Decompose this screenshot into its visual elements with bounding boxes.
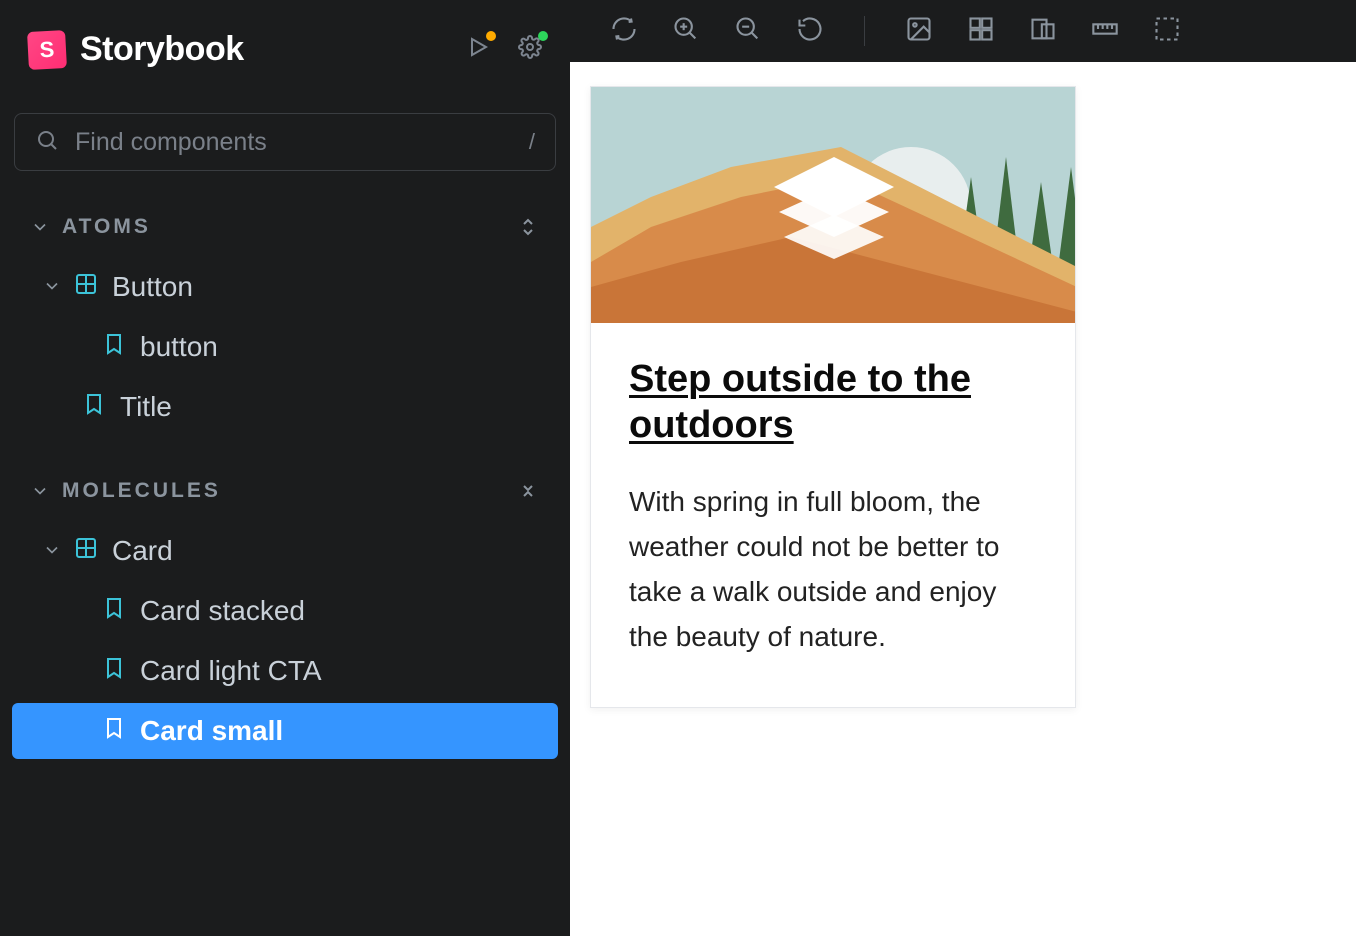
tree-label: button bbox=[140, 331, 218, 363]
component-icon bbox=[74, 535, 98, 567]
zoom-out-icon[interactable] bbox=[734, 15, 762, 48]
story-card-small[interactable]: Card small bbox=[12, 703, 558, 759]
component-button[interactable]: Button bbox=[12, 259, 558, 315]
grid-icon[interactable] bbox=[967, 15, 995, 48]
bookmark-icon bbox=[102, 595, 126, 627]
sidebar: S Storybook / ATOMS bbox=[0, 0, 570, 936]
canvas: Step outside to the outdoors With spring… bbox=[570, 62, 1356, 936]
settings-icon[interactable] bbox=[518, 35, 542, 64]
run-icon[interactable] bbox=[466, 35, 490, 64]
bookmark-icon bbox=[82, 391, 106, 423]
zoom-in-icon[interactable] bbox=[672, 15, 700, 48]
bookmark-icon bbox=[102, 655, 126, 687]
component-icon bbox=[74, 271, 98, 303]
tree-label: Card bbox=[112, 535, 173, 567]
bookmark-icon bbox=[102, 715, 126, 747]
chevron-down-icon bbox=[42, 271, 60, 303]
refresh-icon[interactable] bbox=[610, 15, 638, 48]
tree-label: Card small bbox=[140, 715, 283, 747]
zoom-reset-icon[interactable] bbox=[796, 15, 824, 48]
brand-logo: S bbox=[27, 30, 67, 70]
card-text: With spring in full bloom, the weather c… bbox=[629, 480, 1037, 659]
search-icon bbox=[35, 128, 59, 157]
story-card-stacked[interactable]: Card stacked bbox=[12, 583, 558, 639]
section-label: ATOMS bbox=[62, 215, 151, 239]
chevron-down-icon bbox=[42, 535, 60, 567]
image-icon[interactable] bbox=[905, 15, 933, 48]
story-card-light-cta[interactable]: Card light CTA bbox=[12, 643, 558, 699]
viewport-icon[interactable] bbox=[1029, 15, 1057, 48]
brand: S Storybook bbox=[0, 30, 570, 91]
section-molecules[interactable]: MOLECULES bbox=[0, 445, 570, 513]
bookmark-icon bbox=[102, 331, 126, 363]
sort-icon[interactable] bbox=[516, 215, 540, 239]
search-shortcut: / bbox=[529, 129, 535, 155]
card-image bbox=[591, 87, 1075, 323]
tree-label: Card stacked bbox=[140, 595, 305, 627]
section-atoms[interactable]: ATOMS bbox=[0, 181, 570, 249]
component-title[interactable]: Title bbox=[12, 379, 558, 435]
tree-label: Title bbox=[120, 391, 172, 423]
component-card[interactable]: Card bbox=[12, 523, 558, 579]
preview-toolbar bbox=[570, 0, 1356, 62]
chevron-down-icon bbox=[30, 481, 50, 501]
section-label: MOLECULES bbox=[62, 479, 221, 503]
main: Step outside to the outdoors With spring… bbox=[570, 0, 1356, 936]
outline-icon[interactable] bbox=[1153, 15, 1181, 48]
preview-card: Step outside to the outdoors With spring… bbox=[590, 86, 1076, 708]
chevron-down-icon bbox=[30, 217, 50, 237]
brand-name: Storybook bbox=[80, 30, 244, 69]
measure-icon[interactable] bbox=[1091, 15, 1119, 48]
separator bbox=[864, 16, 865, 46]
collapse-icon[interactable] bbox=[516, 479, 540, 503]
search-bar[interactable]: / bbox=[14, 113, 556, 171]
card-title[interactable]: Step outside to the outdoors bbox=[629, 357, 1037, 448]
story-button[interactable]: button bbox=[12, 319, 558, 375]
tree-label: Card light CTA bbox=[140, 655, 322, 687]
tree-label: Button bbox=[112, 271, 193, 303]
search-input[interactable] bbox=[75, 128, 513, 157]
